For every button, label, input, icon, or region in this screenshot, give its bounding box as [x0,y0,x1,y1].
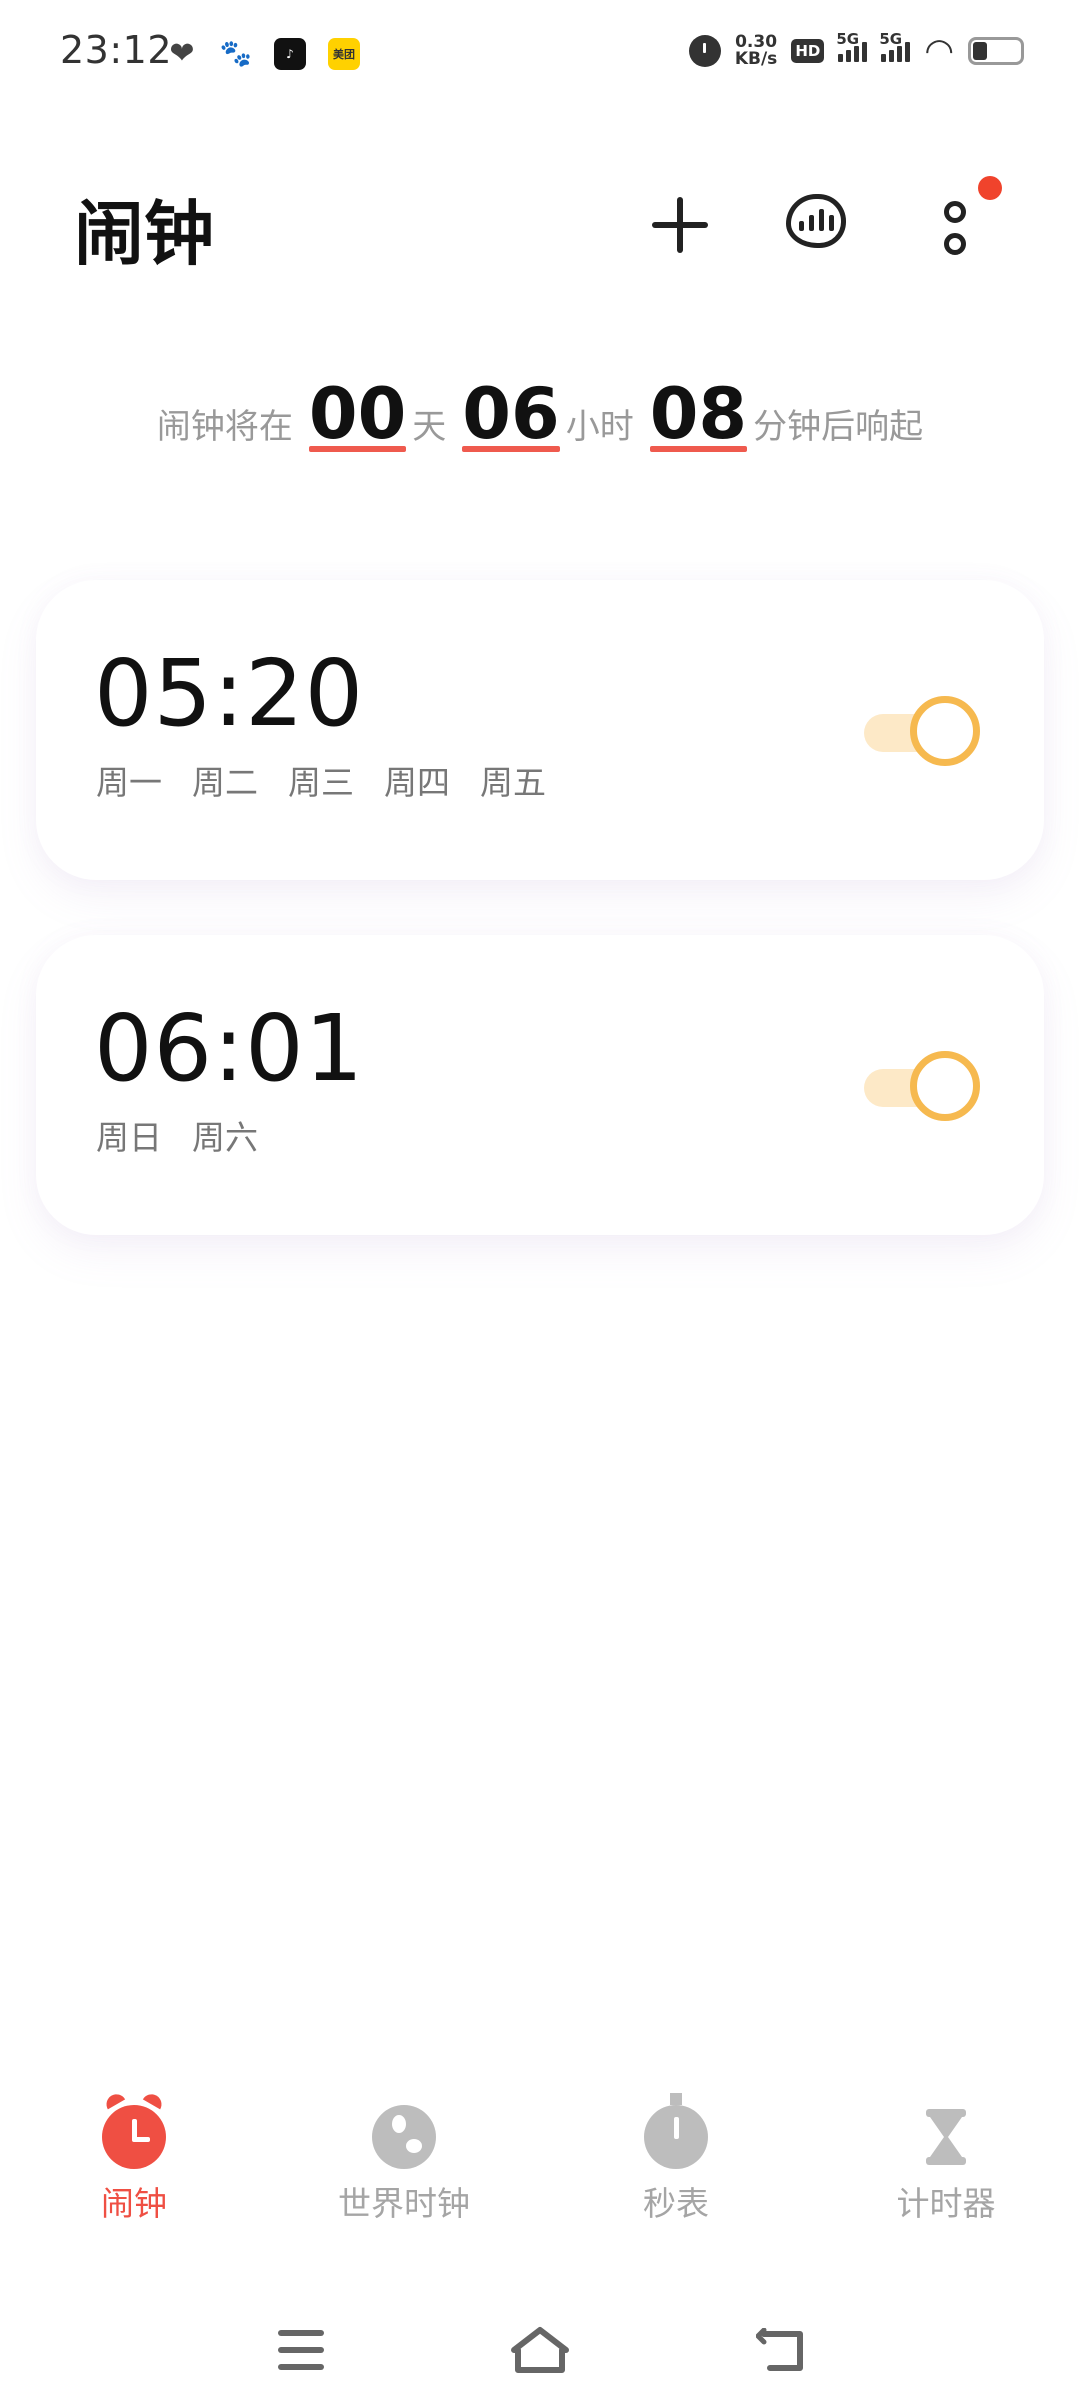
baidu-paw-icon: 🐾 [219,39,253,69]
tab-label: 世界时钟 [338,2184,470,2223]
alarm-time: 06:01 [94,995,365,1102]
alarm-card[interactable]: 05:20 周一 周二 周三 周四 周五 [36,580,1044,880]
bottom-tab-bar: 闹钟 世界时钟 秒表 计时器 [0,2090,1080,2265]
stopwatch-icon [644,2093,708,2169]
alarm-clock-icon [102,2090,166,2169]
network-speed-unit: KB/s [734,49,778,69]
signal-label-1: 5G [836,30,860,48]
countdown-hours-unit: 小时 [565,407,634,447]
alarm-toggle[interactable] [860,690,980,766]
status-time: 23:12 [60,28,173,72]
back-button[interactable] [756,2328,808,2374]
signal-label-2: 5G [879,30,903,48]
tab-alarm[interactable]: 闹钟 [34,2090,234,2225]
alarm-status-icon [688,35,721,67]
heart-icon: ❤ [169,36,195,71]
clock-app-screen: 23:12 ❤ 🐾 ♪ 美团 0.30 KB/s HD 5G 5G ◠ 闹钟 闹… [0,0,1080,2400]
alarm-repeat-days: 周日 周六 [96,1111,258,1159]
tab-world-clock[interactable]: 世界时钟 [304,2105,504,2225]
wifi-icon: ◠ [924,31,954,71]
countdown-minutes: 08 [649,373,748,455]
tab-stopwatch[interactable]: 秒表 [576,2093,776,2225]
hd-icon: HD [791,39,825,63]
tab-label: 计时器 [896,2184,996,2223]
alarm-day: 周三 [288,763,354,802]
alarm-time: 05:20 [94,640,365,747]
alarm-day: 周日 [96,1118,162,1157]
battery-icon [968,37,1024,65]
alarm-day: 周四 [384,763,450,802]
countdown-prefix: 闹钟将在 [156,407,293,447]
more-icon [944,201,966,223]
countdown-hours: 06 [462,373,561,455]
tab-label: 闹钟 [101,2184,167,2223]
home-button[interactable] [508,2324,572,2376]
alarm-day: 周一 [96,763,162,802]
notification-badge [978,176,1002,200]
toggle-knob [910,696,980,766]
countdown-minutes-suffix: 分钟后响起 [753,407,924,447]
recent-apps-button[interactable] [278,2330,324,2370]
hourglass-icon [926,2109,966,2165]
system-nav-bar [0,2310,1080,2390]
globe-icon [372,2105,436,2169]
signal-icon-1: 5G [836,30,868,62]
add-alarm-button[interactable] [640,185,720,265]
notification-icons: ❤ 🐾 ♪ 美团 [166,38,360,70]
alarm-day: 周五 [480,763,546,802]
stats-icon [786,194,846,248]
toggle-knob [910,1051,980,1121]
countdown-days: 00 [308,373,407,455]
alarm-toggle[interactable] [860,1045,980,1121]
more-options-button[interactable] [930,188,980,268]
alarm-repeat-days: 周一 周二 周三 周四 周五 [96,756,546,804]
alarm-day: 周二 [192,763,258,802]
sleep-stats-button[interactable] [780,188,852,254]
page-title: 闹钟 [74,193,214,275]
signal-icon-2: 5G [879,30,911,62]
tab-timer[interactable]: 计时器 [846,2105,1046,2225]
next-alarm-countdown: 闹钟将在 00 天 06 小时 08 分钟后响起 [0,373,1080,455]
status-indicators: 0.30 KB/s HD 5G 5G ◠ [688,30,1024,71]
countdown-days-unit: 天 [412,407,447,447]
tab-label: 秒表 [643,2184,709,2223]
network-speed: 0.30 KB/s [735,34,777,68]
alarm-day: 周六 [192,1118,258,1157]
status-bar: 23:12 ❤ 🐾 ♪ 美团 0.30 KB/s HD 5G 5G ◠ [0,0,1080,110]
meituan-icon: 美团 [328,38,360,70]
alarm-card[interactable]: 06:01 周日 周六 [36,935,1044,1235]
douyin-icon: ♪ [274,38,306,70]
